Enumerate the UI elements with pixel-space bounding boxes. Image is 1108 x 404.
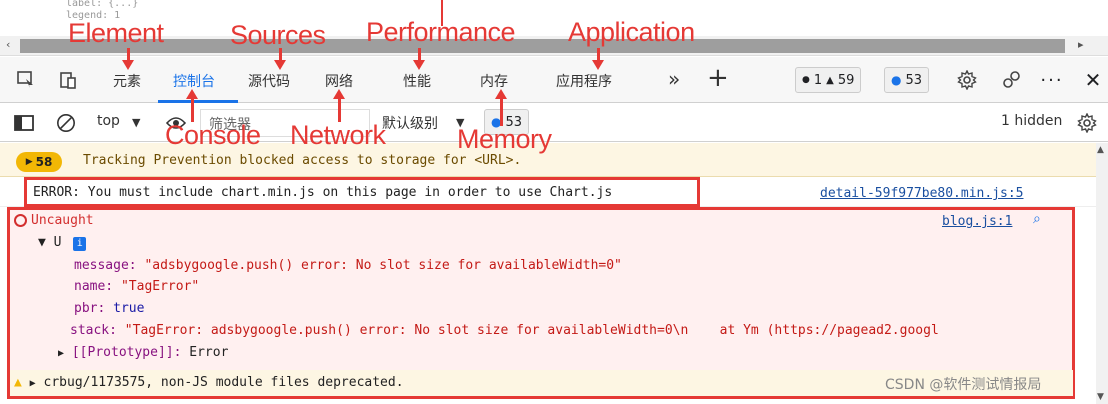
customize-icon[interactable]	[1001, 70, 1021, 90]
annotation-arrow	[500, 98, 503, 126]
annotation-application: Application	[568, 17, 695, 47]
issues-counter[interactable]: ● 53	[884, 67, 930, 93]
chevron-down-icon[interactable]: ▼	[132, 116, 140, 129]
devtools-tabbar: 元素 控制台 源代码 网络 性能 内存 应用程序 » + ● 1 ▲ 59 ● …	[0, 57, 1108, 103]
property-key: [[Prototype]]:	[71, 345, 182, 360]
annotation-arrowhead	[413, 60, 425, 70]
uncaught-label: Uncaught	[31, 213, 94, 228]
active-tab-indicator	[158, 100, 238, 103]
tab-console[interactable]: 控制台	[173, 71, 215, 91]
annotation-console: Console	[165, 120, 261, 150]
close-devtools-icon[interactable]: ✕	[1083, 68, 1103, 92]
console-settings-gear-icon[interactable]	[1077, 113, 1097, 133]
property-value: "TagError"	[120, 279, 200, 294]
annotation-sources: Sources	[230, 20, 326, 50]
prototype-row[interactable]: ▶ [[Prototype]]: Error	[58, 345, 228, 360]
deprecation-text: crbug/1173575, non-JS module files depre…	[43, 375, 404, 390]
scrollbar-thumb[interactable]	[20, 39, 1065, 53]
scroll-down-icon[interactable]: ▼	[1097, 392, 1104, 402]
property-value: "adsbygoogle.push() error: No slot size …	[144, 258, 622, 273]
object-tree-root[interactable]: ▼ U i	[38, 235, 87, 251]
scroll-left-icon[interactable]: ‹	[6, 38, 10, 51]
issues-count: 53	[905, 72, 923, 88]
error-circle-icon	[14, 214, 27, 227]
property-key: name:	[74, 279, 114, 294]
tab-performance[interactable]: 性能	[403, 71, 431, 91]
annotation-element: Element	[68, 18, 164, 48]
warning-count: 59	[837, 72, 855, 88]
watermark: CSDN @软件测试情报局	[885, 377, 1042, 393]
error-text: ERROR: You must include chart.min.js on …	[33, 185, 613, 200]
hidden-count: 1 hidden	[1001, 113, 1063, 129]
uncaught-source-link[interactable]: blog.js:1	[942, 214, 1012, 229]
annotation-network: Network	[290, 120, 386, 150]
error-source-link[interactable]: detail-59f977be80.min.js:5	[820, 186, 1024, 201]
property-row: pbr: true	[74, 301, 144, 316]
context-selector[interactable]: top	[97, 113, 120, 129]
uncaught-header[interactable]: Uncaught	[14, 213, 94, 228]
issues-icon: ●	[891, 73, 902, 87]
clear-console-icon[interactable]	[56, 113, 76, 133]
property-key: message:	[74, 258, 137, 273]
error-icon: ●	[802, 75, 810, 85]
error-warning-counter[interactable]: ● 1 ▲ 59	[795, 67, 862, 93]
property-row: stack: "TagError: adsbygoogle.push() err…	[70, 323, 1065, 338]
property-value: Error	[189, 345, 229, 360]
tab-application[interactable]: 应用程序	[556, 71, 612, 91]
annotation-arrow	[191, 98, 194, 122]
settings-gear-icon[interactable]	[957, 70, 977, 90]
annotation-arrowhead	[274, 60, 286, 70]
tab-memory[interactable]: 内存	[480, 71, 508, 91]
annotation-arrow	[338, 98, 341, 122]
warning-triangle-icon: ▲	[14, 375, 22, 390]
scroll-right-icon[interactable]: ▸	[1078, 38, 1084, 51]
code-line: label: {...}	[66, 0, 139, 9]
more-tabs-icon[interactable]: »	[668, 67, 680, 91]
error-count: 1	[813, 72, 823, 88]
tab-sources[interactable]: 源代码	[248, 71, 290, 91]
inspect-element-icon[interactable]	[16, 70, 36, 90]
annotation-arrowhead	[186, 89, 198, 99]
object-name: U	[53, 235, 62, 250]
add-tab-icon[interactable]: +	[707, 63, 729, 93]
expand-arrow-icon[interactable]: ▶	[30, 378, 36, 389]
annotation-arrowhead	[592, 60, 604, 70]
annotation-memory: Memory	[457, 124, 552, 154]
sidebar-toggle-icon[interactable]	[14, 113, 34, 133]
tab-elements[interactable]: 元素	[113, 71, 141, 91]
device-toolbar-icon[interactable]	[58, 70, 78, 90]
deprecation-row[interactable]: ▲ ▶ crbug/1173575, non-JS module files d…	[14, 375, 404, 390]
property-row: message: "adsbygoogle.push() error: No s…	[74, 258, 622, 273]
log-levels-dropdown[interactable]: 默认级别	[382, 113, 438, 133]
warning-count: 58	[35, 155, 53, 169]
property-value: true	[113, 301, 145, 316]
expand-arrow-icon[interactable]: ▼	[38, 235, 46, 250]
search-icon[interactable]: ⌕	[1033, 211, 1041, 227]
expand-arrow-icon[interactable]: ▶	[58, 348, 64, 359]
code-editor-area: label: {...} legend: 1	[0, 0, 1108, 36]
warning-count-badge: ▶ 58	[16, 152, 62, 172]
warning-text: Tracking Prevention blocked access to st…	[83, 153, 522, 168]
more-options-icon[interactable]: ···	[1040, 70, 1062, 91]
property-key: pbr:	[74, 301, 106, 316]
warning-icon: ▲	[826, 74, 834, 86]
annotation-arrowhead	[122, 60, 134, 70]
annotation-arrowhead	[495, 89, 507, 99]
triangle-right-icon: ▶	[25, 157, 33, 167]
property-value: "TagError: adsbygoogle.push() error: No …	[124, 323, 939, 338]
horizontal-scrollbar[interactable]: ‹ ▸	[0, 36, 1108, 56]
property-key: stack:	[70, 323, 117, 338]
vertical-scrollbar[interactable]: ▲ ▼	[1096, 143, 1108, 404]
info-icon[interactable]: i	[73, 237, 87, 251]
property-row: name: "TagError"	[74, 279, 199, 294]
annotation-performance: Performance	[366, 17, 516, 47]
scroll-up-icon[interactable]: ▲	[1097, 145, 1104, 155]
tab-network[interactable]: 网络	[325, 71, 353, 91]
annotation-arrowhead	[333, 89, 345, 99]
